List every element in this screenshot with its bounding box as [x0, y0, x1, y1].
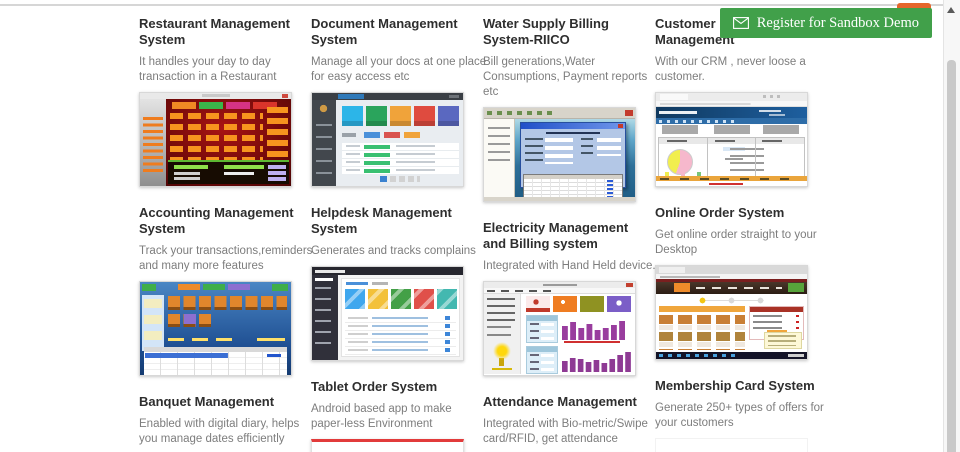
mini-stat-cards — [342, 106, 459, 126]
product-grid: Restaurant Management System It handles … — [139, 16, 827, 452]
product-description: Enabled with digital diary, helps you ma… — [139, 418, 300, 445]
mini-sidebar — [312, 100, 336, 186]
product-thumbnail-online-order[interactable] — [655, 265, 808, 360]
scrollbar-thumb[interactable] — [947, 60, 956, 452]
mini-browser-chrome — [656, 266, 807, 279]
mini-bottom-table — [656, 176, 807, 186]
mini-bar-chart-1 — [562, 321, 625, 340]
product-title[interactable]: Helpdesk Management System — [311, 205, 479, 237]
mini-left-panel — [484, 119, 515, 197]
product-card-electricity: Electricity Management and Billing syste… — [483, 220, 656, 376]
mini-bar-chart-2 — [562, 352, 631, 372]
product-thumbnail-electricity[interactable] — [483, 281, 636, 376]
product-card-helpdesk: Helpdesk Management System Generates and… — [311, 205, 483, 361]
mini-navbar — [656, 279, 807, 294]
mini-stepper — [686, 296, 777, 305]
product-description: Manage all your docs at one place for ea… — [311, 56, 487, 83]
product-description: It handles your day to day transaction i… — [139, 56, 277, 83]
product-title[interactable]: Online Order System — [655, 205, 823, 221]
product-thumbnail-restaurant[interactable] — [139, 92, 292, 187]
product-title[interactable]: Banquet Management — [139, 394, 307, 410]
mini-amount-row — [168, 338, 287, 342]
product-title[interactable]: Accounting Management System — [139, 205, 307, 237]
mini-alert-text — [564, 341, 620, 343]
products-page: Register for Sandbox Demo Restaurant Man… — [0, 0, 960, 452]
product-card-tablet-order: Tablet Order System Android based app to… — [311, 379, 483, 452]
mini-topbar — [312, 267, 463, 275]
product-title[interactable]: Attendance Management — [483, 394, 651, 410]
mini-files-table — [342, 143, 459, 174]
product-card-restaurant: Restaurant Management System It handles … — [139, 16, 311, 187]
product-card-banquet: Banquet Management Enabled with digital … — [139, 394, 311, 452]
product-card-crm: Customer Relationship Management With ou… — [655, 16, 827, 187]
mini-dashboard-panel — [341, 278, 460, 357]
product-thumbnail-water-billing[interactable] — [483, 107, 636, 202]
product-thumbnail-accounting[interactable] — [139, 281, 292, 376]
top-divider — [0, 4, 944, 6]
mini-category-buttons — [172, 102, 282, 109]
product-title[interactable]: Water Supply Billing System-RIICO — [483, 16, 651, 48]
mini-pagination — [379, 176, 420, 182]
product-thumbnail-document[interactable] — [311, 92, 464, 187]
product-title[interactable]: Tablet Order System — [311, 379, 479, 395]
product-description: With our CRM , never loose a customer. — [655, 56, 806, 83]
product-card-membership: Membership Card System Generate 250+ typ… — [655, 378, 827, 452]
mini-panels-piechart — [658, 137, 805, 179]
register-sandbox-button[interactable]: Register for Sandbox Demo — [719, 8, 932, 38]
product-thumbnail-helpdesk[interactable] — [311, 266, 464, 361]
product-title[interactable]: Electricity Management and Billing syste… — [483, 220, 651, 252]
mini-side-buttons — [267, 107, 288, 161]
product-description: Generates and tracks complains — [311, 245, 476, 257]
mini-sidebar — [140, 99, 166, 186]
product-description: Android based app to make paper-less Env… — [311, 403, 452, 430]
mini-taskbar — [656, 352, 807, 359]
product-card-water-billing: Water Supply Billing System-RIICO Bill g… — [483, 16, 655, 202]
grid-column-1: Restaurant Management System It handles … — [139, 16, 312, 452]
product-card-attendance: Attendance Management Integrated with Bi… — [483, 394, 655, 452]
grid-column-3: Water Supply Billing System-RIICO Bill g… — [483, 16, 656, 452]
mini-filter-chips — [342, 132, 432, 138]
grid-column-2: Document Management System Manage all yo… — [311, 16, 486, 452]
product-card-online-order: Online Order System Get online order str… — [655, 205, 827, 360]
product-description: Bill generations,Water Consumptions, Pay… — [483, 56, 648, 98]
mini-app-header — [656, 107, 807, 118]
mini-sidebar — [142, 295, 164, 351]
product-description: Integrated with Bio-metric/Swipe card/RF… — [483, 418, 648, 445]
product-description: Integrated with Hand Held device. — [483, 260, 656, 272]
product-description: Track your transactions,reminders and ma… — [139, 245, 313, 272]
product-card-accounting: Accounting Management System Track your … — [139, 205, 312, 376]
scrollbar-up-arrow[interactable] — [947, 7, 955, 13]
register-button-label: Register for Sandbox Demo — [756, 14, 919, 31]
grid-column-4: Customer Relationship Management With ou… — [655, 16, 827, 452]
product-description: Get online order straight to your Deskto… — [655, 229, 817, 256]
mini-topbar — [312, 93, 463, 100]
mini-item-buttons — [170, 113, 263, 160]
product-thumbnail-tablet-order[interactable] — [311, 439, 464, 452]
mini-toolbar — [484, 108, 635, 119]
product-thumbnail-crm[interactable] — [655, 92, 808, 187]
mini-tiles — [168, 296, 287, 330]
mini-browser-chrome — [656, 93, 807, 101]
product-title[interactable]: Membership Card System — [655, 378, 823, 394]
product-title[interactable]: Restaurant Management System — [139, 16, 307, 48]
product-description: Generate 250+ types of offers for your c… — [655, 402, 824, 429]
mini-note-popup — [764, 332, 802, 349]
mini-form-box-2 — [526, 346, 558, 374]
product-card-document: Document Management System Manage all yo… — [311, 16, 486, 187]
product-title[interactable]: Document Management System — [311, 16, 479, 48]
mini-form-box-1 — [526, 315, 558, 343]
product-thumbnail-membership[interactable] — [655, 438, 808, 452]
scrollbar[interactable] — [943, 0, 960, 452]
mini-stat-tiles — [526, 296, 632, 312]
mini-food-grid — [659, 306, 745, 350]
mini-left-panel-bulb — [484, 294, 521, 374]
mini-order-table — [168, 160, 289, 184]
mini-sidebar — [312, 275, 338, 360]
envelope-icon — [732, 17, 749, 29]
mini-toolbar — [140, 282, 291, 293]
mini-statusbar — [484, 197, 635, 201]
mini-buttons-row — [656, 124, 807, 135]
mini-table — [144, 347, 287, 375]
